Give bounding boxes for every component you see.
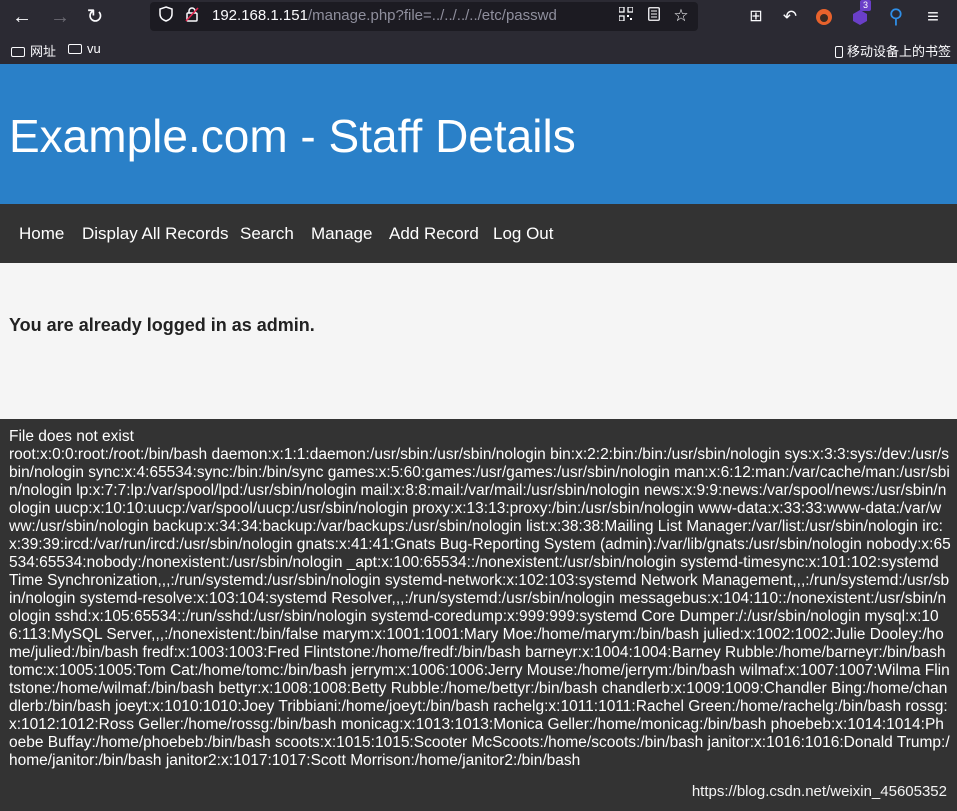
passwd-file-content: root:x:0:0:root:/root:/bin/bash daemon:x… xyxy=(9,446,951,769)
main-content: You are already logged in as admin. xyxy=(0,263,957,419)
file-status-text: File does not exist xyxy=(9,428,134,445)
mobile-bookmarks-label: 移动设备上的书签 xyxy=(847,44,952,59)
insecure-lock-icon[interactable] xyxy=(182,6,202,26)
forward-arrow-icon[interactable]: → xyxy=(46,3,74,31)
nav-search-link[interactable]: Search xyxy=(240,224,294,244)
back-arrow-icon[interactable]: ← xyxy=(8,3,36,31)
folder-icon xyxy=(68,44,82,54)
page-title: Example.com - Staff Details xyxy=(9,110,576,162)
reload-icon[interactable]: ↻ xyxy=(81,3,109,31)
bookmark-label: 网址 xyxy=(30,44,57,59)
undo-arrow-icon[interactable]: ↶ xyxy=(776,3,804,31)
crop-screenshot-icon[interactable]: ⊞ xyxy=(742,3,770,31)
nav-manage-link[interactable]: Manage xyxy=(311,224,372,244)
extension-cube-icon[interactable]: 3 xyxy=(846,0,874,31)
address-bar[interactable]: 192.168.1.151/manage.php?file=../../../.… xyxy=(150,2,698,31)
location-pin-icon[interactable]: ⚲ xyxy=(882,3,910,31)
url-path: /manage.php?file=../../../../etc/passwd xyxy=(307,7,557,24)
bookmark-star-icon[interactable]: ☆ xyxy=(671,6,691,26)
browser-toolbar: ← → ↻ 192.168.1.151/manage.php?file=../.… xyxy=(0,0,957,34)
menu-hamburger-icon[interactable]: ≡ xyxy=(919,3,947,31)
site-header: Example.com - Staff Details xyxy=(0,64,957,204)
qr-code-icon[interactable] xyxy=(616,6,636,26)
url-host: 192.168.1.151 xyxy=(212,7,308,24)
reader-view-icon[interactable] xyxy=(644,6,664,26)
file-output-panel: File does not exist root:x:0:0:root:/roo… xyxy=(0,419,957,811)
extension-badge: 3 xyxy=(860,0,872,11)
shield-icon[interactable] xyxy=(156,6,176,26)
mobile-device-icon xyxy=(835,46,843,58)
watermark-text: https://blog.csdn.net/weixin_45605352 xyxy=(691,783,947,800)
nav-home-link[interactable]: Home xyxy=(19,224,64,244)
login-status-message: You are already logged in as admin. xyxy=(9,315,315,335)
mobile-bookmarks[interactable]: 移动设备上的书签 xyxy=(835,41,951,60)
url-text[interactable]: 192.168.1.151/manage.php?file=../../../.… xyxy=(212,7,557,24)
nav-log-out-link[interactable]: Log Out xyxy=(493,224,554,244)
nav-display-all-records-link[interactable]: Display All Records xyxy=(82,224,228,244)
bookmark-folder-wangzhi[interactable]: 网址 xyxy=(11,41,56,60)
nav-add-record-link[interactable]: Add Record xyxy=(389,224,479,244)
folder-icon xyxy=(11,47,25,57)
extension-fox-icon[interactable] xyxy=(810,3,838,31)
bookmark-folder-vu[interactable]: vu xyxy=(68,41,101,56)
main-nav: Home Display All Records Search Manage A… xyxy=(0,204,957,263)
bookmarks-toolbar: 网址 vu 移动设备上的书签 xyxy=(0,34,957,64)
bookmark-label: vu xyxy=(87,41,101,56)
